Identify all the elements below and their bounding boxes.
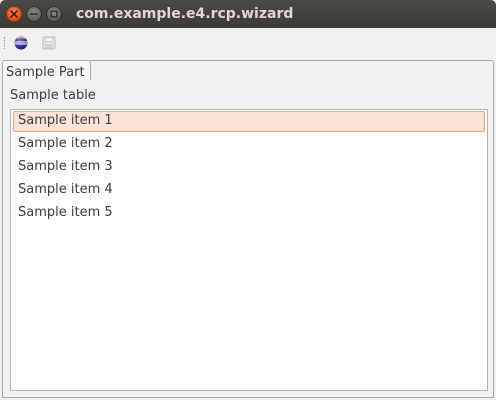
maximize-icon	[50, 10, 58, 18]
table-row[interactable]: Sample item 3	[13, 157, 485, 178]
sample-part-body: Sample table Sample item 1 Sample item 2…	[2, 79, 494, 398]
table-row[interactable]: Sample item 2	[13, 134, 485, 155]
close-icon	[10, 10, 18, 18]
minimize-icon	[30, 13, 38, 15]
tab-sample-part[interactable]: Sample Part	[2, 60, 91, 80]
minimize-window-button[interactable]	[26, 6, 42, 22]
main-toolbar	[0, 28, 496, 58]
window-title: com.example.e4.rcp.wizard	[76, 6, 294, 22]
table-caption: Sample table	[10, 88, 96, 103]
application-window: com.example.e4.rcp.wizard Sample Part Sa…	[0, 0, 496, 400]
save-icon	[42, 36, 56, 50]
tab-header: Sample Part	[2, 60, 494, 80]
save-button[interactable]	[40, 34, 58, 52]
table-row[interactable]: Sample item 1	[13, 111, 485, 132]
part-stack: Sample Part Sample table Sample item 1 S…	[2, 60, 494, 398]
table-row[interactable]: Sample item 4	[13, 180, 485, 201]
maximize-window-button[interactable]	[46, 6, 62, 22]
sample-table[interactable]: Sample item 1 Sample item 2 Sample item …	[10, 109, 488, 391]
toolbar-grip[interactable]	[4, 37, 7, 49]
title-bar[interactable]: com.example.e4.rcp.wizard	[0, 0, 496, 28]
tab-label: Sample Part	[6, 65, 85, 80]
table-row[interactable]: Sample item 5	[13, 203, 485, 224]
tab-header-border	[90, 60, 494, 80]
eclipse-about-icon	[14, 36, 28, 50]
about-button[interactable]	[12, 34, 30, 52]
close-window-button[interactable]	[6, 6, 22, 22]
